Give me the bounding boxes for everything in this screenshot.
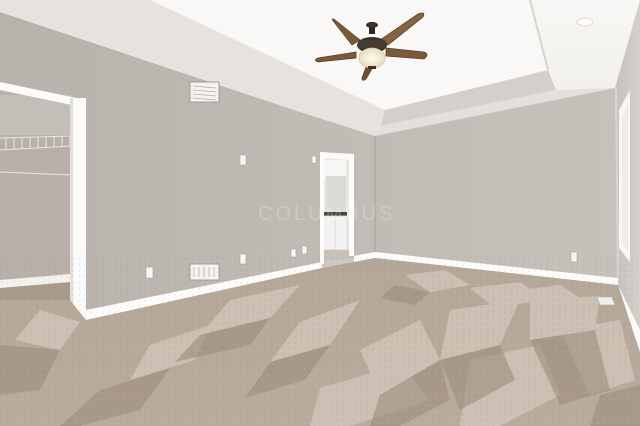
fan-light-globe (358, 47, 386, 69)
hvac-vent-upper (189, 81, 220, 103)
recessed-light (576, 17, 594, 27)
hvac-vent-floor (189, 263, 220, 281)
carpet-floor (0, 255, 640, 426)
window-right (619, 90, 630, 262)
bedroom-photo: COLUMBUS (0, 0, 640, 426)
watermark: COLUMBUS (258, 203, 395, 225)
floor-register-right (596, 296, 616, 306)
